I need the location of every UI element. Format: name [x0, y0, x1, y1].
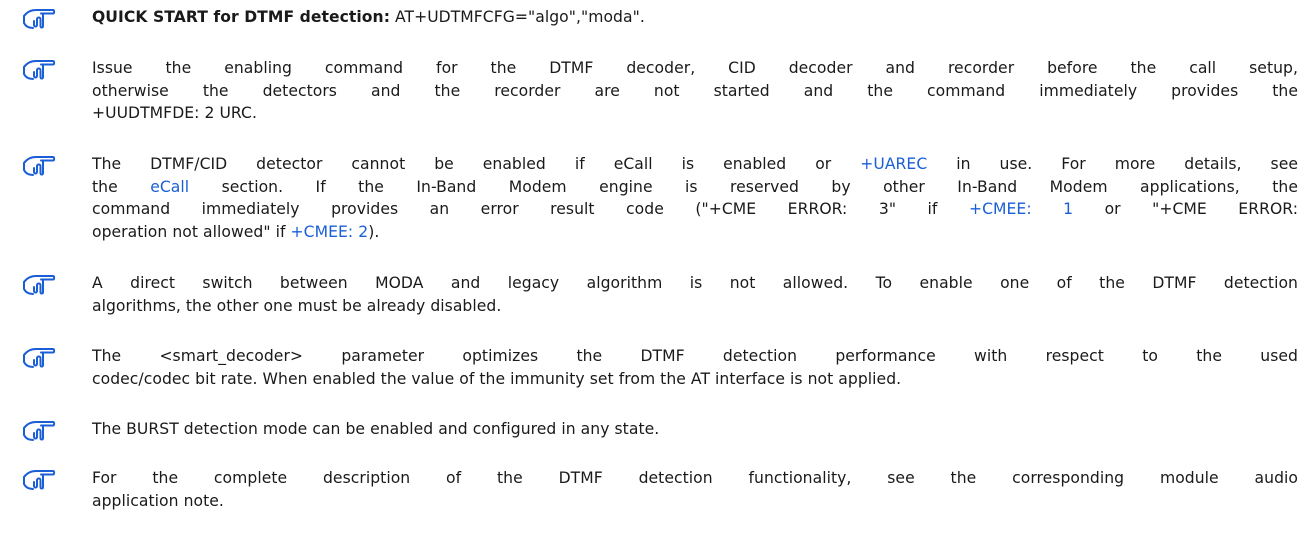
note-text-segment: AT+UDTMFCFG="algo","moda". [389, 8, 645, 26]
note-text-segment: The <smart_decoder> parameter optimizes … [92, 347, 1298, 365]
note-text-segment: ). [368, 222, 380, 241]
note-line: QUICK START for DTMF detection: AT+UDTMF… [92, 6, 1298, 29]
note-text-segment: Issue the enabling command for the DTMF … [92, 59, 1298, 77]
note-text-segment: The BURST detection mode can be enabled … [92, 420, 660, 438]
pointing-hand-icon [22, 469, 62, 495]
note-line: codec/codec bit rate. When enabled the v… [92, 368, 1298, 391]
note-text-segment: or "+CME ERROR: [1073, 200, 1298, 218]
cross-reference-link[interactable]: +CMEE: 1 [969, 200, 1073, 218]
note-text-segment: section. If the In-Band Modem engine is … [189, 177, 1298, 196]
note-text-segment: algorithms, the other one must be alread… [92, 296, 502, 315]
cross-reference-link[interactable]: +UAREC [860, 155, 927, 173]
note-line: Issue the enabling command for the DTMF … [92, 57, 1298, 80]
note-text-segment: in use. For more details, see [927, 155, 1298, 173]
note-line: The <smart_decoder> parameter optimizes … [92, 345, 1298, 368]
note-text: A direct switch between MODA and legacy … [92, 272, 1298, 317]
note-text: The BURST detection mode can be enabled … [92, 418, 1298, 441]
note-line: otherwise the detectors and the recorder… [92, 80, 1298, 103]
note-text-segment: For the complete description of the DTMF… [92, 469, 1298, 487]
note-text-segment: otherwise the detectors and the recorder… [92, 81, 1298, 100]
pointing-hand-icon [22, 59, 62, 85]
pointing-hand-icon [22, 420, 62, 446]
note-heading: QUICK START for DTMF detection: [92, 8, 390, 26]
note-text-segment: The DTMF/CID detector cannot be enabled … [92, 155, 861, 173]
pointing-hand-icon [22, 155, 62, 181]
note-line: application note. [92, 490, 1298, 513]
note-text-segment: A direct switch between MODA and legacy … [92, 274, 1298, 292]
note-line: the eCall section. If the In-Band Modem … [92, 176, 1298, 199]
pointing-hand-icon [22, 274, 62, 300]
note-text-segment: command immediately provides an error re… [92, 200, 969, 218]
note-text-segment: the [92, 177, 151, 196]
note-line: The BURST detection mode can be enabled … [92, 418, 1298, 441]
note-line: command immediately provides an error re… [92, 198, 1298, 221]
note-line: For the complete description of the DTMF… [92, 467, 1298, 490]
note-line: operation not allowed" if +CMEE: 2). [92, 221, 1298, 244]
note-text-segment: application note. [92, 491, 224, 510]
note-line: +UUDTMFDE: 2 URC. [92, 102, 1298, 125]
note-line: The DTMF/CID detector cannot be enabled … [92, 153, 1298, 176]
pointing-hand-icon [22, 8, 62, 34]
cross-reference-link[interactable]: +CMEE: 2 [291, 223, 369, 241]
note-line: A direct switch between MODA and legacy … [92, 272, 1298, 295]
note-text: Issue the enabling command for the DTMF … [92, 57, 1298, 125]
note-text: QUICK START for DTMF detection: AT+UDTMF… [92, 6, 1298, 29]
note-text: The <smart_decoder> parameter optimizes … [92, 345, 1298, 390]
note-text-segment: +UUDTMFDE: 2 URC. [92, 104, 257, 122]
cross-reference-link[interactable]: eCall [150, 178, 189, 196]
note-text-segment: codec/codec bit rate. When enabled the v… [92, 369, 902, 388]
note-text: The DTMF/CID detector cannot be enabled … [92, 153, 1298, 243]
note-text-segment: operation not allowed" if [92, 222, 291, 241]
note-line: algorithms, the other one must be alread… [92, 295, 1298, 318]
note-text: For the complete description of the DTMF… [92, 467, 1298, 512]
pointing-hand-icon [22, 347, 62, 373]
